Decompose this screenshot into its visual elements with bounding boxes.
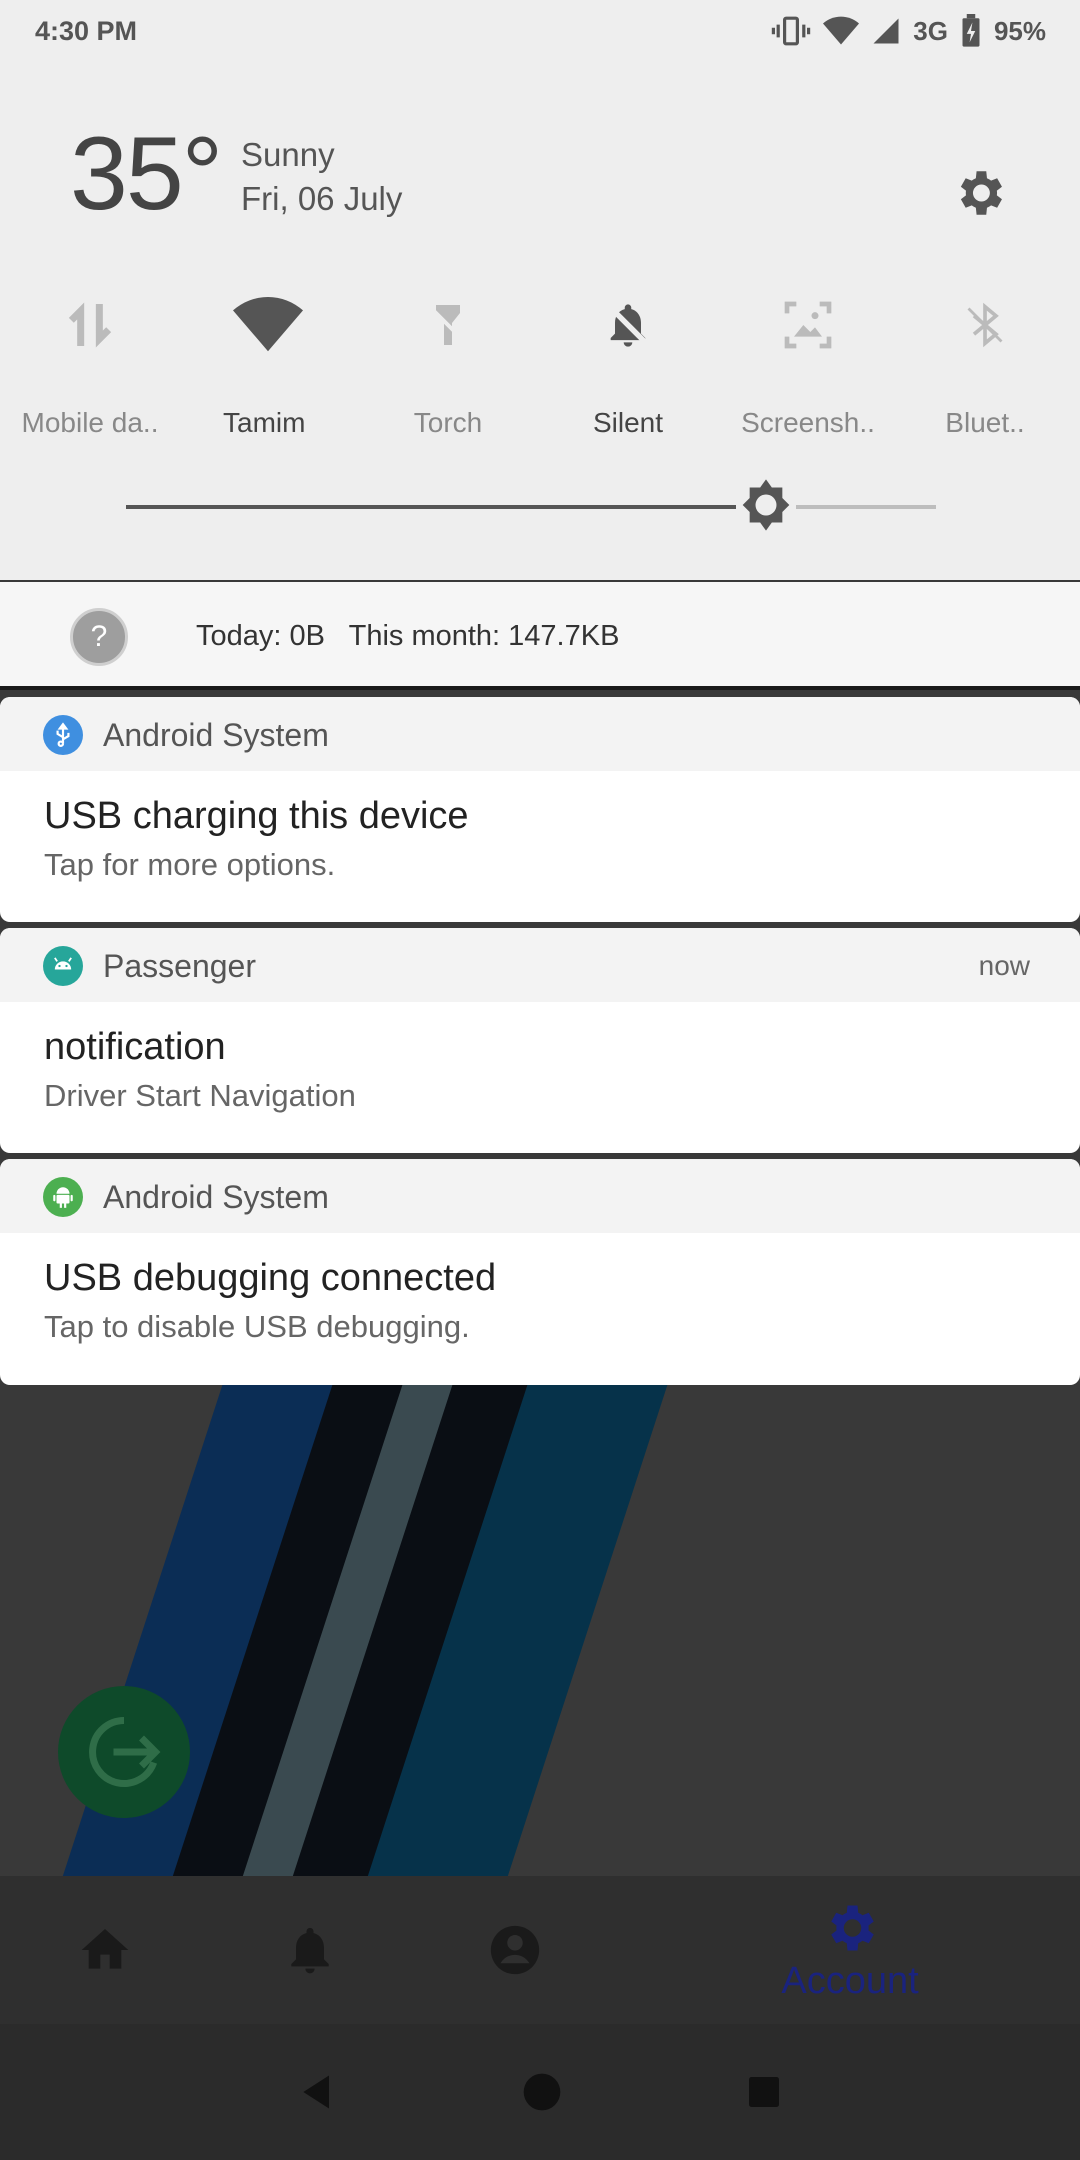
- quick-settings-panel: 4:30 PM 3G 95% 35° Sunny Fri, 06 July Mo…: [0, 0, 1080, 580]
- gear-icon: [831, 1905, 874, 1950]
- status-time: 4:30 PM: [35, 16, 138, 46]
- system-navigation-bar: [0, 2024, 1080, 2160]
- help-icon: ?: [70, 608, 128, 666]
- tile-bluetooth[interactable]: Bluet..: [900, 280, 1070, 440]
- tile-mobile-data[interactable]: Mobile da..: [5, 280, 175, 440]
- nav-profile[interactable]: [470, 1876, 560, 2024]
- notification-title: USB debugging connected: [44, 1257, 497, 1299]
- status-icons: 3G 95%: [771, 14, 1046, 48]
- notification-body: Tap to disable USB debugging.: [44, 1309, 470, 1344]
- notification-app-name: Passenger: [103, 948, 256, 984]
- bottom-navigation: Account: [0, 1876, 1080, 2024]
- nav-account-label: Account: [781, 1959, 919, 2002]
- notification-usb-charging[interactable]: Android System USB charging this device …: [0, 697, 1080, 922]
- weather-temperature: 35°: [70, 116, 223, 232]
- home-button[interactable]: [520, 2070, 564, 2114]
- battery-percent: 95%: [993, 15, 1046, 46]
- weather-condition: Sunny: [241, 136, 335, 173]
- android-icon: [43, 946, 83, 986]
- vibrate-icon: [772, 16, 811, 46]
- tile-label: Silent: [592, 407, 664, 438]
- notification-title: notification: [44, 1026, 226, 1068]
- bell-icon: [291, 1927, 329, 1974]
- logout-icon: [89, 1717, 161, 1787]
- status-bar: 4:30 PM 3G 95%: [0, 0, 1080, 66]
- torch-icon: [430, 305, 466, 345]
- notification-usb-debugging[interactable]: Android System USB debugging connected T…: [0, 1159, 1080, 1385]
- settings-button[interactable]: [944, 158, 1014, 228]
- mobile-data-icon: [68, 302, 112, 348]
- notification-time: now: [978, 950, 1030, 981]
- signal-icon: [873, 18, 899, 44]
- notification-title: USB charging this device: [44, 795, 469, 837]
- brightness-thumb[interactable]: [735, 475, 796, 535]
- nav-account[interactable]: Account: [760, 1876, 940, 2024]
- recents-button[interactable]: [744, 2072, 784, 2112]
- notification-passenger[interactable]: Passenger now notification Driver Start …: [0, 928, 1080, 1153]
- profile-icon: [490, 1925, 540, 1975]
- home-icon: [81, 1929, 129, 1969]
- logout-button[interactable]: [58, 1686, 190, 1818]
- notification-app-name: Android System: [103, 717, 329, 753]
- tile-label: Mobile da..: [21, 407, 159, 438]
- data-usage-text: Today: 0B This month: 147.7KB: [196, 620, 620, 652]
- tile-silent[interactable]: Silent: [543, 280, 713, 440]
- nav-home[interactable]: [60, 1876, 150, 2024]
- gear-icon: [960, 171, 1002, 215]
- back-button[interactable]: [296, 2070, 340, 2114]
- wifi-status-icon: [823, 16, 860, 45]
- tile-label: Tamim: [223, 407, 306, 438]
- notification-app-name: Android System: [103, 1179, 329, 1215]
- brightness-slider[interactable]: [126, 475, 936, 535]
- usb-icon: [43, 715, 83, 755]
- nav-notifications[interactable]: [265, 1876, 355, 2024]
- silent-icon: [606, 303, 650, 347]
- notification-body: Driver Start Navigation: [44, 1078, 356, 1113]
- weather-date: Fri, 06 July: [241, 180, 403, 217]
- bluetooth-icon: [967, 302, 1003, 348]
- notification-body: Tap for more options.: [44, 847, 336, 882]
- brightness-fill: [126, 505, 766, 509]
- tile-label: Screensh..: [741, 407, 875, 438]
- wifi-icon: [233, 297, 303, 352]
- android-icon: [43, 1177, 83, 1217]
- battery-charging-icon: [962, 14, 980, 47]
- brightness-icon: [742, 479, 790, 531]
- tile-torch[interactable]: Torch: [363, 280, 533, 440]
- tile-label: Bluet..: [945, 407, 1025, 438]
- tile-label: Torch: [413, 407, 483, 438]
- screenshot-icon: [784, 301, 832, 349]
- network-type: 3G: [913, 15, 948, 46]
- data-usage-bar[interactable]: ? Today: 0B This month: 147.7KB: [0, 582, 1080, 690]
- tile-screenshot[interactable]: Screensh..: [723, 280, 893, 440]
- tile-wifi[interactable]: Tamim: [183, 280, 353, 440]
